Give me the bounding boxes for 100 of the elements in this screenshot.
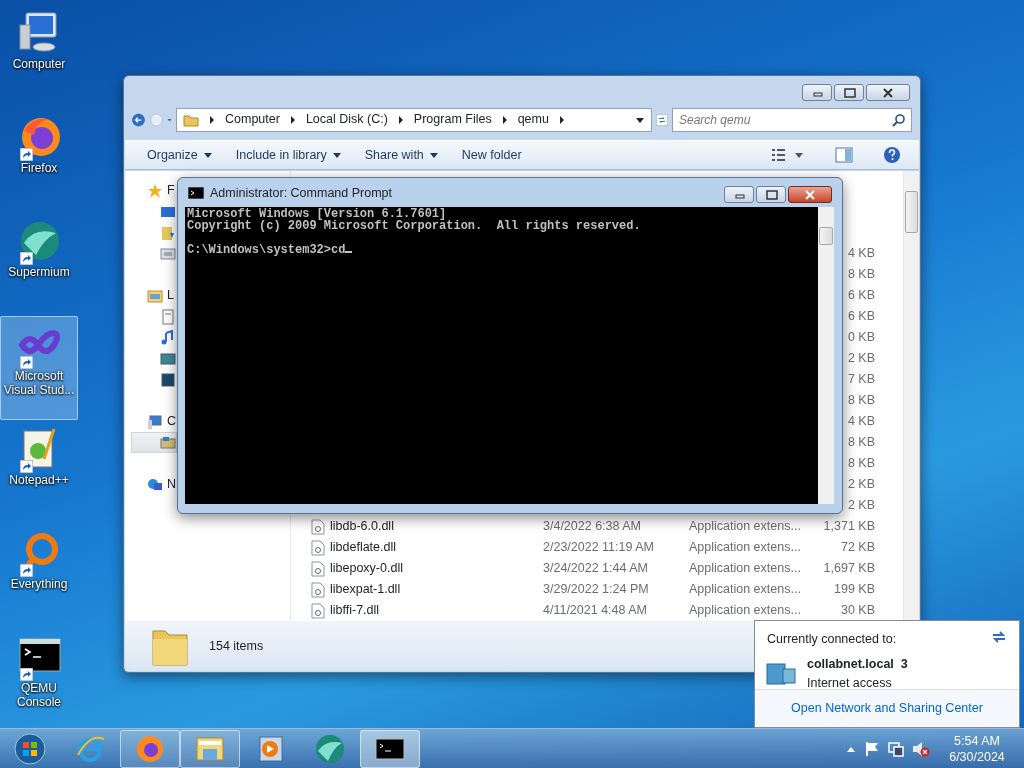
toolbar-button[interactable]: Include in library xyxy=(227,143,349,167)
downloads-icon xyxy=(160,224,176,241)
file-date: 4/11/2021 4:48 AM xyxy=(543,603,648,618)
caret-icon[interactable] xyxy=(332,152,341,158)
toolbar-button[interactable]: Organize xyxy=(139,143,220,167)
file-name[interactable]: libffi-7.dll xyxy=(330,601,380,620)
file-size: 4 KB xyxy=(847,246,875,261)
file-date: 2/23/2022 11:19 AM xyxy=(543,540,654,555)
caret-icon[interactable] xyxy=(429,152,438,158)
network-icon[interactable] xyxy=(147,476,163,493)
maximize-icon[interactable] xyxy=(844,87,856,98)
console-line: Microsoft Windows [Version 6.1.7601] xyxy=(187,207,447,221)
nav-group-label[interactable]: L xyxy=(167,286,174,305)
file-size: 8 KB xyxy=(847,267,875,282)
file-size: 0 KB xyxy=(847,330,875,345)
chevron-icon xyxy=(501,114,508,125)
star-icon[interactable] xyxy=(147,182,163,199)
file-name[interactable]: libepoxy-0.dll xyxy=(330,559,403,578)
desktop-icon[interactable]: QEMU Console xyxy=(0,628,78,732)
nav-group-label[interactable]: N xyxy=(167,475,177,494)
close-icon[interactable] xyxy=(883,87,893,98)
taskbar-button[interactable] xyxy=(360,729,420,768)
file-size: 6 KB xyxy=(847,309,875,324)
maximize-icon[interactable] xyxy=(766,189,778,200)
libraries-icon[interactable] xyxy=(147,287,163,304)
desktop-icon[interactable]: Everything xyxy=(0,524,78,628)
disk-icon xyxy=(160,434,176,451)
dll-file-icon xyxy=(311,518,325,535)
file-name[interactable]: libexpat-1.dll xyxy=(330,580,401,599)
desktop-icon[interactable]: Notepad++ xyxy=(0,420,78,524)
file-size: 2 KB xyxy=(847,477,875,492)
nav-group-label[interactable]: C xyxy=(167,412,177,431)
chevron-icon xyxy=(209,114,215,125)
console-line: C:\Windows\system32>cd xyxy=(187,243,346,257)
recent-icon xyxy=(160,245,176,262)
breadcrumb-segment[interactable]: qemu xyxy=(517,110,549,129)
maximize-button[interactable] xyxy=(834,84,864,101)
network-tray-icon[interactable] xyxy=(888,740,904,757)
desktop-icon[interactable]: Supermium xyxy=(0,212,78,316)
help-icon[interactable] xyxy=(883,146,901,164)
nav-group-label[interactable]: F xyxy=(167,181,175,200)
scrollbar[interactable] xyxy=(818,207,834,504)
file-size: 30 KB xyxy=(840,603,875,618)
popup-heading: Currently connected to: xyxy=(767,631,897,648)
file-size: 7 KB xyxy=(847,372,875,387)
terminal-icon xyxy=(188,187,204,199)
clock[interactable]: 5:54 AM 6/30/2024 xyxy=(938,732,1016,765)
caret-icon[interactable] xyxy=(203,152,212,158)
music-icon xyxy=(160,329,176,346)
search-field[interactable]: Search qemu xyxy=(672,107,912,132)
file-type: Application extens... xyxy=(689,519,801,534)
maximize-button[interactable] xyxy=(756,186,786,203)
file-size: 4 KB xyxy=(847,414,875,429)
pictures-icon xyxy=(160,350,176,367)
file-name[interactable]: libdb-6.0.dll xyxy=(330,517,394,536)
minimize-icon[interactable] xyxy=(813,92,823,96)
network-icon xyxy=(765,660,797,687)
item-count: 154 items xyxy=(209,637,264,655)
sphere-icon xyxy=(314,732,346,765)
minimize-icon[interactable] xyxy=(735,194,745,198)
toolbar-button[interactable]: Share with xyxy=(356,143,446,167)
chevron-icon xyxy=(558,114,565,125)
breadcrumb-segment[interactable]: Local Disk (C:) xyxy=(305,110,388,129)
desktop-icon[interactable]: Firefox xyxy=(0,108,78,212)
minimize-button[interactable] xyxy=(802,84,832,101)
computer-icon[interactable] xyxy=(147,413,163,430)
refresh-icon[interactable] xyxy=(991,630,1007,644)
close-button[interactable] xyxy=(788,186,832,203)
file-size: 1,697 KB xyxy=(823,561,875,576)
file-type: Application extens... xyxy=(689,540,801,555)
file-size: 199 KB xyxy=(834,582,875,597)
videos-icon xyxy=(160,371,176,388)
desktop-icon[interactable]: Computer xyxy=(0,4,78,108)
file-size: 2 KB xyxy=(847,498,875,513)
scrollbar[interactable] xyxy=(903,171,919,621)
flag-icon[interactable] xyxy=(864,740,880,757)
network-name: collabnet.local 3 xyxy=(807,655,908,673)
address-bar[interactable]: Computer Local Disk (C:) Program Files qemu xyxy=(176,107,652,132)
chevron-icon xyxy=(397,114,404,125)
muted-speaker-icon[interactable] xyxy=(912,740,930,757)
toolbar-button[interactable]: New folder xyxy=(453,143,530,167)
file-date: 3/4/2022 6:38 AM xyxy=(543,519,641,534)
close-button[interactable] xyxy=(866,84,910,101)
breadcrumb-segment[interactable]: Program Files xyxy=(413,110,492,129)
dll-file-icon xyxy=(311,560,325,577)
minimize-button[interactable] xyxy=(724,186,754,203)
view-options-icon[interactable] xyxy=(771,147,805,163)
dll-file-icon xyxy=(311,539,325,556)
file-size: 1,371 KB xyxy=(823,519,875,534)
search-icon[interactable] xyxy=(892,112,906,127)
breadcrumb-segment[interactable]: Computer xyxy=(225,110,280,129)
file-type: Application extens... xyxy=(689,582,801,597)
file-name[interactable]: libdeflate.dll xyxy=(330,538,396,557)
file-date: 3/24/2022 1:44 AM xyxy=(543,561,648,576)
file-size: 8 KB xyxy=(847,393,875,408)
documents-icon xyxy=(160,308,176,325)
file-size: 8 KB xyxy=(847,435,875,450)
dll-file-icon xyxy=(311,581,325,598)
file-size: 6 KB xyxy=(847,288,875,303)
file-type: Application extens... xyxy=(689,561,801,576)
